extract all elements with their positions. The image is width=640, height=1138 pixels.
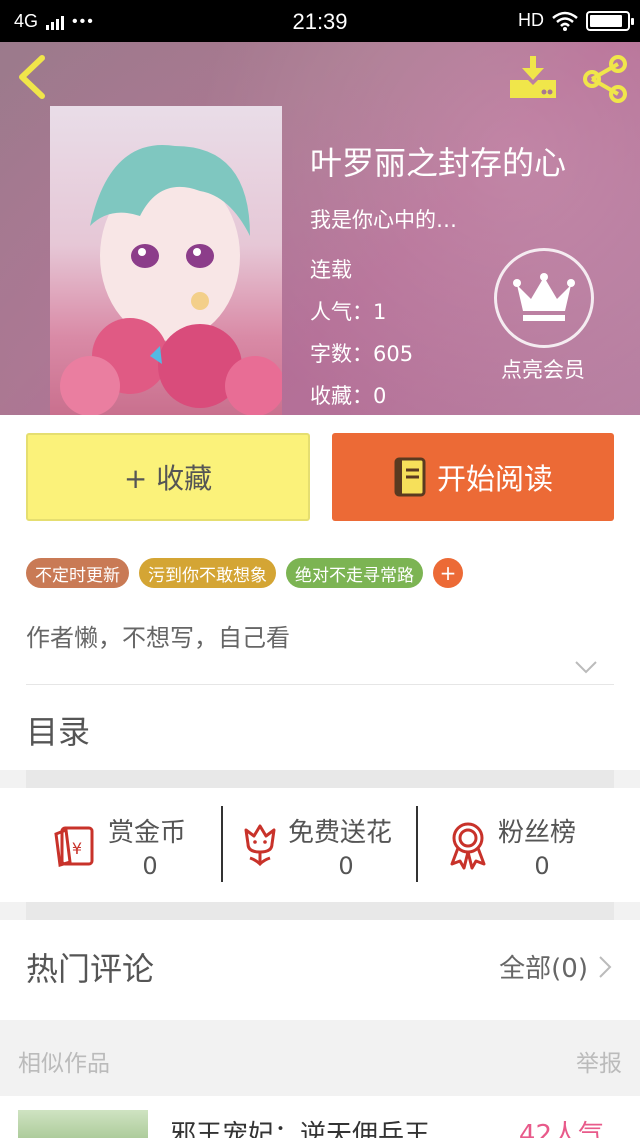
book-popularity: 人气：1 (310, 300, 387, 324)
battery-icon (586, 10, 634, 31)
tag-item[interactable]: 污到你不敢想象 (139, 558, 276, 588)
similar-work-thumbnail (18, 1110, 148, 1138)
ribbon-medal-icon (450, 822, 486, 870)
fan-ranking-button[interactable]: 粉丝榜 0 (428, 788, 618, 902)
report-link[interactable]: 举报 (576, 1044, 622, 1078)
fan-ranking-label: 粉丝榜 (498, 818, 577, 848)
flower-icon (244, 824, 276, 867)
vip-badge (494, 248, 594, 348)
free-flower-count: 0 (338, 852, 354, 880)
svg-text:¥: ¥ (72, 839, 82, 858)
tag-item[interactable]: 不定时更新 (26, 558, 129, 588)
similar-work-title: 邪王宠妃：逆天佣兵王 (170, 1120, 431, 1138)
back-button[interactable] (14, 54, 54, 100)
book-subtitle: 我是你心中的… (310, 208, 457, 232)
book-status: 连载 (310, 258, 352, 282)
all-comments-label: 全部(0) (499, 954, 588, 984)
crown-icon (513, 273, 575, 321)
book-description: 作者懒，不想写，自己看 (26, 624, 290, 652)
red-envelope-icon: ¥ (54, 826, 94, 867)
book-icon (394, 457, 426, 497)
tag-list: 不定时更新 污到你不敢想象 绝对不走寻常路 + (26, 558, 463, 588)
free-flower-button[interactable]: 免费送花 0 (232, 788, 417, 902)
book-favorites: 收藏：0 (310, 384, 387, 408)
book-word-count: 字数：605 (310, 342, 414, 366)
book-info-panel: + 收藏 开始阅读 不定时更新 污到你不敢想象 绝对不走寻常路 + 作者懒，不想… (0, 415, 640, 770)
book-header: 叶罗丽之封存的心 我是你心中的… 连载 人气：1 字数：605 收藏：0 点亮会… (0, 42, 640, 415)
download-icon (510, 56, 556, 98)
start-reading-button[interactable]: 开始阅读 (332, 433, 614, 521)
divider (26, 684, 614, 685)
similar-work-item[interactable]: 邪王宠妃：逆天佣兵王 42人气 (0, 1096, 640, 1138)
similar-works-title: 相似作品 (18, 1051, 110, 1077)
hot-comments-title: 热门评论 (26, 950, 155, 988)
collect-button[interactable]: + 收藏 (26, 433, 310, 521)
reward-stats: ¥ 赏金币 0 免费送花 0 粉丝榜 0 (0, 788, 640, 902)
stat-divider (221, 806, 223, 882)
similar-work-popularity: 42人气 (518, 1120, 604, 1138)
wifi-icon (552, 11, 578, 31)
status-bar: 4G ••• 21:39 HD (0, 0, 640, 42)
free-flower-label: 免费送花 (288, 818, 393, 848)
vip-label: 点亮会员 (501, 358, 585, 382)
reward-coins-label: 赏金币 (108, 818, 187, 848)
add-tag-button[interactable]: + (433, 558, 463, 588)
table-of-contents-link[interactable]: 目录 (26, 707, 90, 753)
cover-illustration (60, 145, 282, 415)
vip-button[interactable]: 点亮会员 (492, 248, 596, 384)
reward-coins-button[interactable]: ¥ 赏金币 0 (40, 788, 220, 902)
share-button[interactable] (580, 54, 630, 104)
section-separator (26, 770, 614, 788)
download-button[interactable] (508, 54, 558, 100)
hd-indicator: HD (518, 10, 544, 30)
start-reading-label: 开始阅读 (436, 462, 553, 496)
chevron-down-icon (575, 661, 597, 674)
tag-item[interactable]: 绝对不走寻常路 (286, 558, 423, 588)
chevron-left-icon (19, 55, 45, 99)
section-separator (26, 902, 614, 920)
fan-ranking-count: 0 (534, 852, 550, 880)
reward-coins-count: 0 (142, 852, 158, 880)
book-title: 叶罗丽之封存的心 (310, 144, 567, 182)
all-comments-link[interactable]: 全部(0) (499, 948, 612, 985)
book-cover[interactable] (50, 106, 282, 415)
share-icon (583, 55, 627, 103)
stat-divider (416, 806, 418, 882)
expand-description-button[interactable] (574, 659, 598, 674)
chevron-right-icon (599, 955, 612, 978)
hot-comments-section: 热门评论 全部(0) (0, 920, 640, 1020)
